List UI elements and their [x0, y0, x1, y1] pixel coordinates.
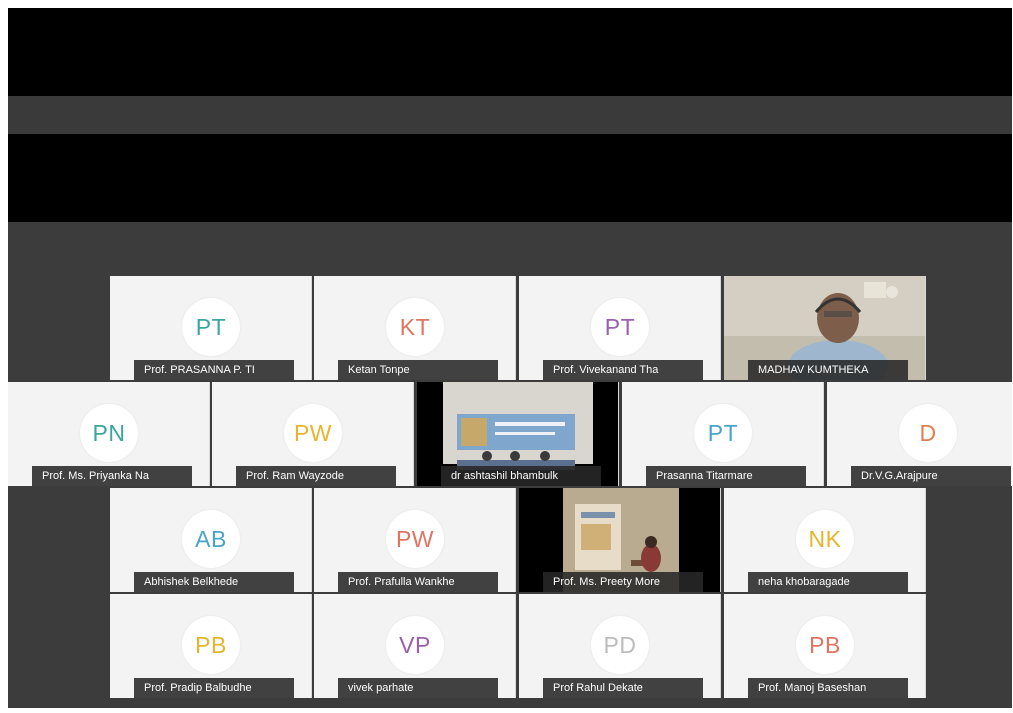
- participant-name: Prof. Ms. Preety More: [543, 572, 703, 592]
- participant-tile[interactable]: PB Prof. Manoj Baseshan: [724, 594, 926, 698]
- avatar-initials: D: [919, 419, 937, 446]
- avatar: PB: [182, 616, 240, 674]
- participant-tile[interactable]: NK neha khobaragade: [724, 488, 926, 592]
- participant-tile[interactable]: PT Prasanna Titarmare: [622, 382, 824, 486]
- participant-name: dr ashtashil bhambulk: [441, 466, 601, 486]
- participant-tile[interactable]: PW Prof. Ram Wayzode: [212, 382, 414, 486]
- avatar: NK: [796, 510, 854, 568]
- avatar: AB: [182, 510, 240, 568]
- avatar-initials: PB: [195, 631, 227, 658]
- participant-name: Prof. Vivekanand Tha: [543, 360, 703, 380]
- participant-name: Prof. Manoj Baseshan: [748, 678, 908, 698]
- avatar: PD: [591, 616, 649, 674]
- participant-name: vivek parhate: [338, 678, 498, 698]
- participant-name: neha khobaragade: [748, 572, 908, 592]
- avatar: VP: [386, 616, 444, 674]
- avatar: PT: [591, 298, 649, 356]
- participant-name: Prof. Prafulla Wankhe: [338, 572, 498, 592]
- participant-tile[interactable]: PT Prof. PRASANNA P. TI: [110, 276, 312, 380]
- participant-tile[interactable]: AB Abhishek Belkhede: [110, 488, 312, 592]
- participant-tile[interactable]: PT Prof. Vivekanand Tha: [519, 276, 721, 380]
- avatar-initials: PD: [603, 631, 637, 658]
- participant-video-tile[interactable]: Prof. Ms. Preety More: [519, 488, 721, 592]
- participant-video-tile[interactable]: MADHAV KUMTHEKA: [724, 276, 926, 380]
- avatar-initials: PN: [92, 419, 126, 446]
- participant-tile[interactable]: PN Prof. Ms. Priyanka Na: [8, 382, 210, 486]
- participant-tile[interactable]: PW Prof. Prafulla Wankhe: [314, 488, 516, 592]
- toolbar-strip: [8, 96, 1012, 134]
- avatar-initials: PT: [195, 313, 227, 340]
- black-video-strip-second: [8, 134, 1012, 222]
- avatar-initials: PW: [293, 419, 333, 446]
- avatar-initials: KT: [399, 313, 431, 340]
- participant-tile[interactable]: PD Prof Rahul Dekate: [519, 594, 721, 698]
- participant-name: MADHAV KUMTHEKA: [748, 360, 908, 380]
- avatar: PT: [182, 298, 240, 356]
- avatar: PN: [80, 404, 138, 462]
- participant-name: Prof Rahul Dekate: [543, 678, 703, 698]
- avatar-initials: VP: [399, 631, 431, 658]
- participant-tile[interactable]: VP vivek parhate: [314, 594, 516, 698]
- participant-name: Dr.V.G.Arajpure: [851, 466, 1011, 486]
- avatar: KT: [386, 298, 444, 356]
- participant-name: Prof. Ram Wayzode: [236, 466, 396, 486]
- avatar: PB: [796, 616, 854, 674]
- participant-tile[interactable]: PB Prof. Pradip Balbudhe: [110, 594, 312, 698]
- participant-name: Prof. Pradip Balbudhe: [134, 678, 294, 698]
- participant-name: Ketan Tonpe: [338, 360, 498, 380]
- avatar: PW: [284, 404, 342, 462]
- participant-name: Prof. PRASANNA P. TI: [134, 360, 294, 380]
- avatar: PT: [694, 404, 752, 462]
- avatar-initials: AB: [195, 525, 227, 552]
- participant-tile[interactable]: KT Ketan Tonpe: [314, 276, 516, 380]
- participant-name: Prof. Ms. Priyanka Na: [32, 466, 192, 486]
- meeting-window: PT Prof. PRASANNA P. TI KT Ketan Tonpe P…: [8, 8, 1012, 708]
- participant-tile[interactable]: D Dr.V.G.Arajpure: [827, 382, 1012, 486]
- avatar-initials: PT: [707, 419, 739, 446]
- avatar: PW: [386, 510, 444, 568]
- participant-name: Prasanna Titarmare: [646, 466, 806, 486]
- avatar: D: [899, 404, 957, 462]
- black-video-strip-top: [8, 8, 1012, 96]
- avatar-initials: PW: [395, 525, 435, 552]
- participant-name: Abhishek Belkhede: [134, 572, 294, 592]
- avatar-initials: PT: [604, 313, 636, 340]
- avatar-initials: PB: [809, 631, 841, 658]
- participant-video-tile[interactable]: dr ashtashil bhambulk: [417, 382, 619, 486]
- avatar-initials: NK: [808, 525, 842, 552]
